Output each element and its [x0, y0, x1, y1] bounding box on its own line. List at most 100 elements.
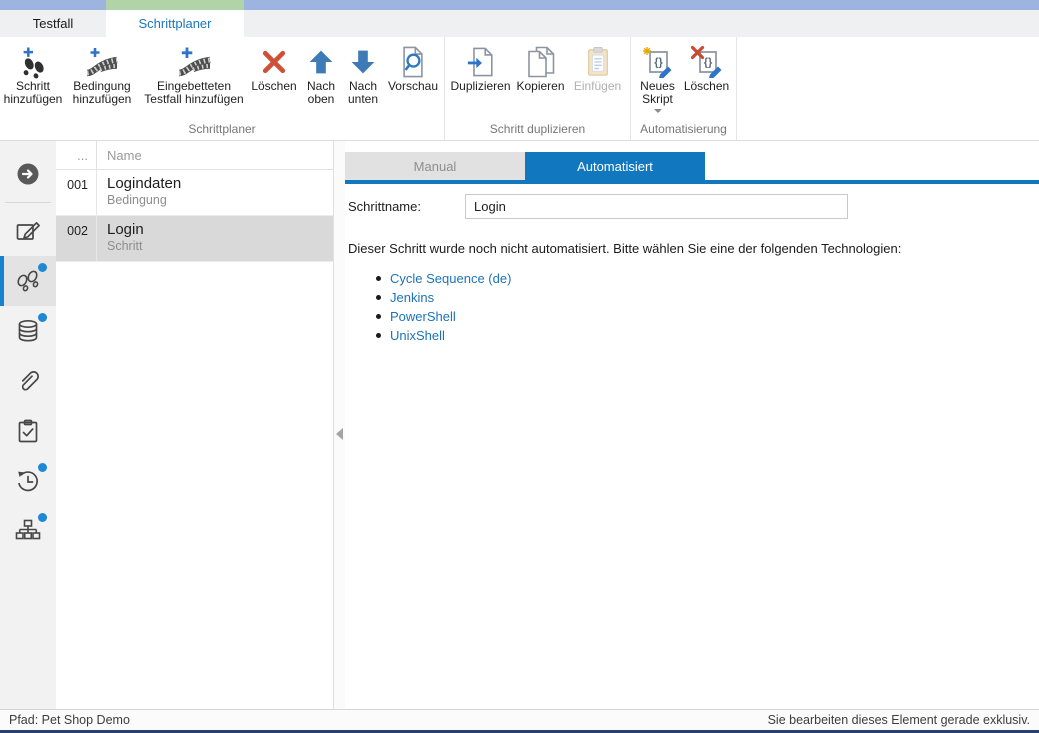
move-down-icon — [349, 44, 377, 80]
notification-badge — [38, 313, 47, 322]
ribbon-group-schritt-duplizieren: Duplizieren Kopieren — [445, 37, 631, 140]
chevron-down-icon — [654, 109, 662, 113]
column-header-number: ... — [56, 141, 97, 169]
step-list-panel: ... Name 001 Logindaten Bedingung 002 Lo… — [56, 141, 334, 709]
window-top-accent — [0, 0, 1039, 10]
add-embedded-testcase-button[interactable]: Eingebetteten Testfall hinzufügen — [140, 44, 248, 106]
bullet-icon — [376, 314, 381, 319]
step-list-header: ... Name — [56, 141, 333, 170]
move-up-button[interactable]: Nach oben — [300, 44, 342, 106]
move-up-icon — [307, 44, 335, 80]
ribbon-group-schrittplaner: Schritt hinzufügen Bedingung hinzufügen — [0, 37, 445, 140]
bullet-icon — [376, 333, 381, 338]
step-name: Login — [107, 221, 144, 238]
step-row-001[interactable]: 001 Logindaten Bedingung — [56, 170, 333, 216]
status-bar: Pfad: Pet Shop Demo Sie bearbeiten diese… — [0, 709, 1039, 730]
delete-script-button[interactable]: {} Löschen — [681, 44, 733, 93]
add-step-button[interactable]: Schritt hinzufügen — [2, 44, 64, 106]
copy-button[interactable]: Kopieren — [512, 44, 570, 93]
delete-script-icon: {} — [691, 44, 723, 80]
app-window: Testfall Schrittplaner — [0, 0, 1039, 733]
ribbon-group-automatisierung: {} Neues Skript {} — [631, 37, 737, 140]
ribbon-tab-bar: Testfall Schrittplaner — [0, 10, 1039, 37]
ribbon-group-label: Schrittplaner — [2, 122, 442, 140]
sidebar-item-schrittplaner[interactable] — [0, 256, 56, 306]
preview-button[interactable]: Vorschau — [384, 44, 442, 93]
panel-splitter[interactable] — [334, 141, 345, 709]
bullet-icon — [376, 276, 381, 281]
delete-step-button[interactable]: Löschen — [248, 44, 300, 93]
delete-x-icon — [260, 44, 288, 80]
automation-message: Dieser Schritt wurde noch nicht automati… — [348, 241, 1039, 256]
history-icon — [15, 468, 41, 494]
technology-link-jenkins[interactable]: Jenkins — [390, 290, 434, 305]
database-icon — [15, 318, 41, 344]
add-embedded-testcase-icon — [177, 44, 211, 80]
paperclip-icon — [15, 368, 41, 394]
sidebar-item-review[interactable] — [0, 406, 56, 456]
active-tab-accent — [106, 0, 244, 10]
sidebar-item-attachments[interactable] — [0, 356, 56, 406]
notification-badge — [38, 513, 47, 522]
add-step-icon — [18, 44, 48, 80]
technology-link-unixshell[interactable]: UnixShell — [390, 328, 445, 343]
main-content: ... Name 001 Logindaten Bedingung 002 Lo… — [0, 141, 1039, 709]
tab-automatisiert[interactable]: Automatisiert — [525, 152, 705, 180]
step-type: Schritt — [107, 239, 144, 253]
add-condition-button[interactable]: Bedingung hinzufügen — [64, 44, 140, 106]
edit-icon — [15, 218, 41, 244]
technology-link-cycle-sequence[interactable]: Cycle Sequence (de) — [390, 271, 511, 286]
notification-badge — [38, 463, 47, 472]
circle-arrow-right-icon — [15, 161, 41, 187]
collapse-panel-icon[interactable] — [336, 428, 343, 440]
paste-button: Einfügen — [570, 44, 626, 93]
sitemap-icon — [15, 518, 41, 544]
step-name-row: Schrittname: — [348, 194, 1039, 219]
technology-list: Cycle Sequence (de) Jenkins PowerShell U… — [376, 269, 1039, 345]
preview-icon — [398, 44, 428, 80]
duplicate-button[interactable]: Duplizieren — [450, 44, 512, 93]
left-icon-rail — [0, 141, 56, 709]
svg-text:{}: {} — [654, 57, 663, 69]
step-name: Logindaten — [107, 175, 181, 192]
footprints-icon — [15, 268, 42, 295]
list-item: UnixShell — [376, 326, 1039, 345]
new-script-button[interactable]: {} Neues Skript — [635, 44, 681, 113]
list-item: Jenkins — [376, 288, 1039, 307]
step-name-input[interactable] — [465, 194, 848, 219]
sidebar-item-testdata[interactable] — [0, 306, 56, 356]
clipboard-check-icon — [15, 418, 41, 444]
rail-divider — [5, 202, 51, 203]
sidebar-item-navigate[interactable] — [0, 149, 56, 199]
sidebar-item-edit[interactable] — [0, 206, 56, 256]
technology-link-powershell[interactable]: PowerShell — [390, 309, 456, 324]
svg-text:{}: {} — [703, 57, 712, 69]
status-path: Pfad: Pet Shop Demo — [9, 713, 130, 727]
bullet-icon — [376, 295, 381, 300]
step-row-002-selected[interactable]: 002 Login Schritt — [56, 216, 333, 262]
duplicate-icon — [466, 44, 496, 80]
tab-schrittplaner[interactable]: Schrittplaner — [106, 10, 244, 37]
status-lock-message: Sie bearbeiten dieses Element gerade exk… — [768, 713, 1030, 727]
ribbon-toolbar: Schritt hinzufügen Bedingung hinzufügen — [0, 37, 1039, 141]
paste-icon — [583, 44, 613, 80]
detail-tab-bar: Manual Automatisiert — [345, 152, 1039, 180]
new-script-icon: {} — [642, 44, 674, 80]
sidebar-item-hierarchy[interactable] — [0, 506, 56, 556]
tab-accent-line — [345, 180, 1039, 184]
tab-testfall[interactable]: Testfall — [0, 10, 106, 37]
add-condition-icon — [86, 44, 118, 80]
ribbon-group-label: Automatisierung — [633, 122, 734, 140]
move-down-button[interactable]: Nach unten — [342, 44, 384, 106]
tab-manual[interactable]: Manual — [345, 152, 525, 180]
notification-badge — [38, 263, 47, 272]
step-detail-panel: Manual Automatisiert Schrittname: Dieser… — [345, 141, 1039, 709]
column-header-name: Name — [97, 148, 142, 163]
sidebar-item-history[interactable] — [0, 456, 56, 506]
list-item: Cycle Sequence (de) — [376, 269, 1039, 288]
copy-icon — [525, 44, 557, 80]
list-item: PowerShell — [376, 307, 1039, 326]
ribbon-group-label: Schritt duplizieren — [447, 122, 628, 140]
step-type: Bedingung — [107, 193, 181, 207]
step-name-label: Schrittname: — [348, 199, 465, 214]
